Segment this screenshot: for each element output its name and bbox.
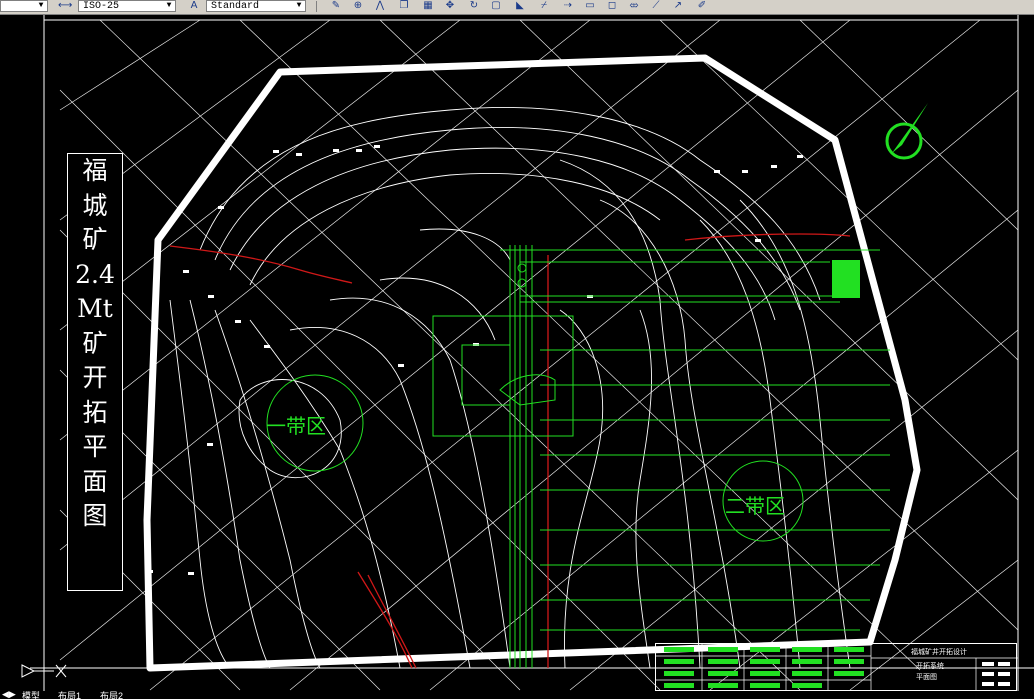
title-char-5: Mt bbox=[77, 294, 113, 323]
title-char-7: 开 bbox=[82, 363, 108, 392]
title-block: 福城矿井开拓设计 开拓系统 平面图 bbox=[655, 643, 1018, 691]
zone-1-label: 一带区 bbox=[266, 414, 326, 438]
tab-layout2[interactable]: 布局2 bbox=[100, 691, 123, 699]
copy-icon[interactable]: ❐ bbox=[398, 0, 410, 12]
explode-icon[interactable]: ⟋ bbox=[650, 0, 662, 12]
title-char-4: 2.4 bbox=[75, 259, 115, 289]
chevron-down-icon: ▼ bbox=[296, 1, 302, 10]
title-char-3: 矿 bbox=[82, 225, 108, 254]
text-style-icon[interactable]: A bbox=[188, 0, 200, 12]
tab-model[interactable]: 模型 bbox=[22, 691, 40, 699]
drawing-svg bbox=[30, 15, 1034, 691]
text-style-dropdown[interactable]: Standard ▼ bbox=[206, 0, 306, 12]
trim-icon[interactable]: ⌿ bbox=[538, 0, 550, 12]
stretch-icon[interactable]: ◣ bbox=[514, 0, 526, 12]
layout-tabs: ◀▶ 模型 布局1 布局2 bbox=[0, 691, 1034, 699]
scale-icon[interactable]: ▢ bbox=[490, 0, 502, 12]
zone-2-label: 二带区 bbox=[725, 494, 785, 518]
text-style-value: Standard bbox=[211, 1, 260, 12]
title-block-header: 福城矿井开拓设计 bbox=[911, 648, 967, 656]
drawing-title-box: 福 城 矿 2.4 Mt 矿 开 拓 平 面 图 bbox=[67, 153, 123, 591]
contour-labels bbox=[147, 145, 803, 575]
move-icon[interactable]: ⊕ bbox=[352, 0, 364, 12]
roadway-network bbox=[432, 245, 890, 668]
ucs-icon bbox=[21, 664, 67, 678]
chamfer-icon[interactable]: ◻ bbox=[606, 0, 618, 12]
north-arrow-icon bbox=[885, 103, 928, 160]
dim-style-value: ISO-25 bbox=[83, 1, 120, 12]
pan-icon[interactable]: ✥ bbox=[444, 0, 456, 12]
title-char-6: 矿 bbox=[82, 328, 108, 358]
chevron-down-icon: ▼ bbox=[166, 1, 172, 10]
title-char-11: 图 bbox=[82, 501, 108, 530]
layer-dropdown[interactable]: ▼ bbox=[0, 0, 48, 12]
fillet-icon[interactable]: ⤄ bbox=[628, 0, 640, 12]
title-char-1: 福 bbox=[82, 156, 108, 185]
drawing-canvas[interactable]: 福 城 矿 2.4 Mt 矿 开 拓 平 面 图 一带区 二带区 福城矿井开拓设… bbox=[0, 15, 1034, 691]
extend-icon[interactable]: ⇢ bbox=[562, 0, 574, 12]
shaft-station-block bbox=[832, 260, 860, 298]
tab-layout1[interactable]: 布局1 bbox=[58, 691, 81, 699]
title-char-10: 面 bbox=[82, 466, 108, 496]
properties-icon[interactable]: ↗ bbox=[672, 0, 684, 12]
title-char-9: 平 bbox=[82, 432, 108, 461]
properties-toolbar: ▼ ⟷ ISO-25 ▼ A Standard ▼ ✎ ⊕ ⋀ ❐ ▦ ✥ ↻ ▢ … bbox=[0, 0, 1034, 15]
match-properties-icon[interactable]: ✐ bbox=[696, 0, 708, 12]
rotate-icon[interactable]: ↻ bbox=[468, 0, 480, 12]
title-block-line2: 平面图 bbox=[916, 673, 937, 681]
title-char-8: 拓 bbox=[82, 397, 108, 427]
tab-nav-icon[interactable]: ◀▶ bbox=[2, 691, 16, 699]
title-char-2: 城 bbox=[82, 190, 108, 220]
chevron-down-icon: ▼ bbox=[38, 1, 44, 10]
dimension-style-icon[interactable]: ⟷ bbox=[58, 0, 72, 12]
array-icon[interactable]: ▦ bbox=[422, 0, 434, 12]
title-block-line1: 开拓系统 bbox=[916, 662, 944, 670]
dim-style-dropdown[interactable]: ISO-25 ▼ bbox=[78, 0, 176, 12]
edit-icon[interactable]: ✎ bbox=[330, 0, 342, 12]
mirror-icon[interactable]: ⋀ bbox=[374, 0, 386, 12]
break-icon[interactable]: ▭ bbox=[584, 0, 596, 12]
